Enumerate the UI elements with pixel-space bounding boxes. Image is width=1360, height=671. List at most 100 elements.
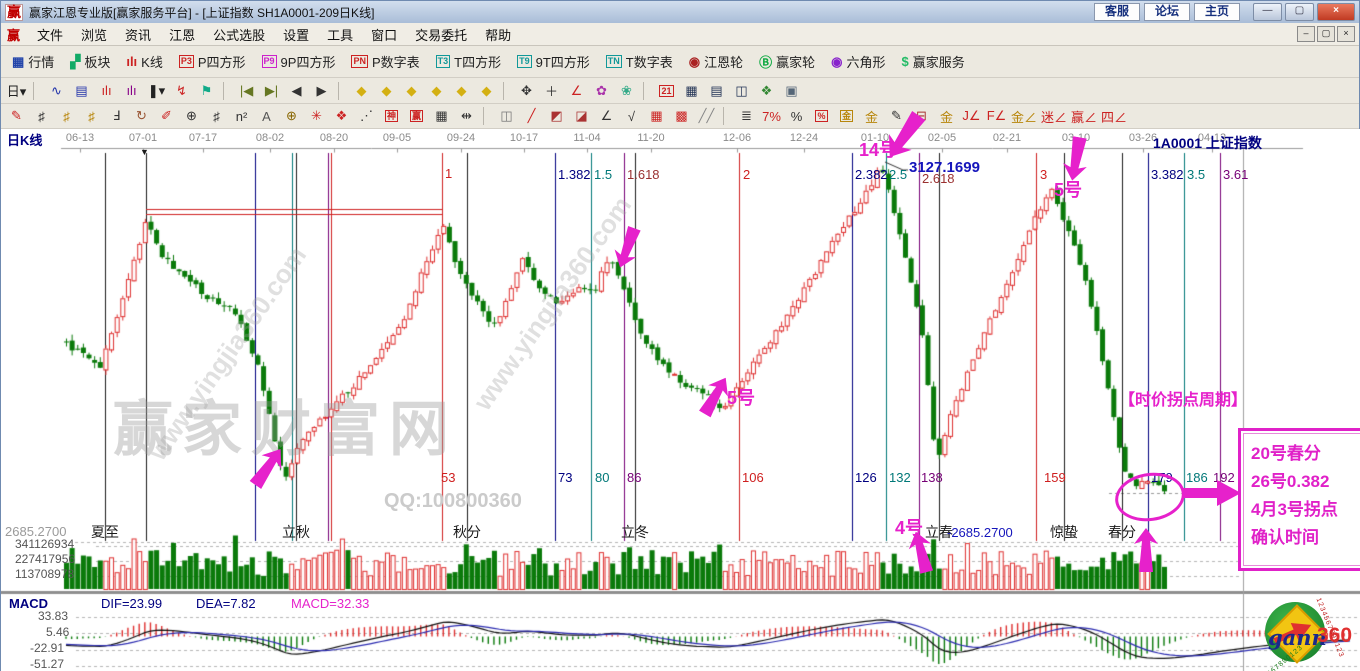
menu-item-tools[interactable]: 工具 — [318, 23, 362, 46]
box-tool-icon[interactable]: ◫ — [494, 105, 519, 127]
brush2-icon[interactable]: ✐ — [154, 105, 179, 127]
next-bar-icon[interactable]: ▶ — [309, 80, 334, 102]
menu-item-gann[interactable]: 江恩 — [160, 23, 204, 46]
spider-web-icon[interactable]: ❖ — [329, 105, 354, 127]
kline-large-icon[interactable]: ılı — [119, 80, 144, 102]
toolbar-9p-square-button[interactable]: P99P四方形 — [254, 49, 344, 74]
diamond-hshrink-icon[interactable]: ◆ — [424, 80, 449, 102]
mdi-restore[interactable]: ▢ — [1317, 26, 1335, 42]
diamond-right-icon[interactable]: ◆ — [374, 80, 399, 102]
first-page-icon[interactable]: |◀ — [234, 80, 259, 102]
angle-line-icon[interactable]: ⋰ — [354, 105, 379, 127]
indicator-flag-icon[interactable]: ⚑ — [194, 80, 219, 102]
gold-line-icon[interactable]: 金 — [859, 105, 884, 127]
support-button[interactable]: 客服 — [1094, 3, 1140, 21]
mi-angle-icon[interactable]: 迷∠ — [1039, 105, 1069, 127]
gold-grid-icon[interactable]: ♯ — [54, 105, 79, 127]
menu-item-trade[interactable]: 交易委托 — [406, 23, 476, 46]
mdi-close[interactable]: × — [1337, 26, 1355, 42]
toolbar-hexagon-button[interactable]: ◉六角形 — [823, 49, 893, 74]
fan-lines-icon[interactable]: ╱ — [519, 105, 544, 127]
diamond-expand-icon[interactable]: ◆ — [449, 80, 474, 102]
list-settings-icon[interactable]: ≣ — [734, 105, 759, 127]
brush3-icon[interactable]: ✎ — [884, 105, 909, 127]
toolbar-quotes-button[interactable]: ▦行情 — [4, 49, 62, 74]
grid-tool-icon[interactable]: ♯ — [29, 105, 54, 127]
menu-item-window[interactable]: 窗口 — [362, 23, 406, 46]
ying-grid-icon[interactable]: 赢 — [404, 105, 429, 127]
last-page-icon[interactable]: ▶| — [259, 80, 284, 102]
fib-grid-icon[interactable]: Ⅎ — [104, 105, 129, 127]
toolbar-gann-wheel-button[interactable]: ◉江恩轮 — [681, 49, 751, 74]
gann-target-icon[interactable]: ⊕ — [279, 105, 304, 127]
arrow-angle-icon[interactable]: ∠ — [594, 105, 619, 127]
check-line-icon[interactable]: √ — [619, 105, 644, 127]
period-day-dropdown[interactable]: 日▾ — [4, 80, 29, 102]
fan-box-icon[interactable]: ◩ — [544, 105, 569, 127]
close-button[interactable]: × — [1317, 3, 1355, 21]
star-burst-icon[interactable]: ✳ — [304, 105, 329, 127]
shen-grid-icon[interactable]: 神 — [379, 105, 404, 127]
spiral-icon[interactable]: ↻ — [129, 105, 154, 127]
candle-style-icon[interactable]: ❚▾ — [144, 80, 169, 102]
chart-canvas[interactable] — [1, 129, 1360, 671]
box-gold-icon[interactable]: ⊟ — [909, 105, 934, 127]
red-grid2-icon[interactable]: ▩ — [669, 105, 694, 127]
grid-123-icon[interactable]: ▦ — [429, 105, 454, 127]
calculator-icon[interactable]: ▦ — [679, 80, 704, 102]
prev-bar-icon[interactable]: ◀ — [284, 80, 309, 102]
mdi-minimize[interactable]: – — [1297, 26, 1315, 42]
toolbar-p-number-table-button[interactable]: PNP数字表 — [343, 49, 427, 74]
calendar-icon[interactable]: 21 — [654, 80, 679, 102]
percent-icon[interactable]: % — [784, 105, 809, 127]
hand-tool-icon[interactable]: ✥ — [514, 80, 539, 102]
menu-item-settings[interactable]: 设置 — [274, 23, 318, 46]
toolbar-winner-wheel-button[interactable]: Ⓑ赢家轮 — [751, 49, 823, 74]
red-grid-icon[interactable]: ▦ — [644, 105, 669, 127]
crosshair-icon[interactable]: ＋ — [539, 80, 564, 102]
toolbar-t-number-table-button[interactable]: TNT数字表 — [598, 49, 681, 74]
toolbar-9t-square-button[interactable]: T99T四方形 — [509, 49, 598, 74]
diamond-full-icon[interactable]: ◆ — [474, 80, 499, 102]
network-icon[interactable]: ❖ — [754, 80, 779, 102]
a-line-icon[interactable]: A — [254, 105, 279, 127]
angle-tool-icon[interactable]: ∠ — [564, 80, 589, 102]
toolbar-sectors-button[interactable]: ▞板块 — [62, 49, 118, 74]
f-angle-icon[interactable]: F∠ — [984, 105, 1009, 127]
toolbar-kline-button[interactable]: ılıK线 — [118, 49, 171, 74]
ruler-grid-icon[interactable]: ♯ — [204, 105, 229, 127]
brush-icon[interactable]: ✎ — [4, 105, 29, 127]
minimize-button[interactable]: — — [1253, 3, 1282, 21]
gold-angle-icon[interactable]: 金∠ — [1009, 105, 1039, 127]
gann-shape-icon[interactable]: ✿ — [589, 80, 614, 102]
refresh-icon[interactable]: ↯ — [169, 80, 194, 102]
diamond-hexpand-icon[interactable]: ◆ — [399, 80, 424, 102]
gold2-icon[interactable]: 金 — [934, 105, 959, 127]
gold-grid2-icon[interactable]: ♯ — [79, 105, 104, 127]
trend-icon[interactable]: ∿ — [44, 80, 69, 102]
j-angle-icon[interactable]: J∠ — [959, 105, 984, 127]
home-button[interactable]: 主页 — [1194, 3, 1240, 21]
si-angle-icon[interactable]: 四∠ — [1099, 105, 1129, 127]
menu-item-news[interactable]: 资讯 — [116, 23, 160, 46]
notes-icon[interactable]: ▤ — [704, 80, 729, 102]
menu-item-help[interactable]: 帮助 — [476, 23, 520, 46]
toolbar-winner-service-button[interactable]: $赢家服务 — [894, 49, 973, 74]
info-panel-icon[interactable]: ▤ — [69, 80, 94, 102]
fan-box2-icon[interactable]: ◪ — [569, 105, 594, 127]
forum-button[interactable]: 论坛 — [1144, 3, 1190, 21]
gold-circle-icon[interactable]: 金 — [834, 105, 859, 127]
restore-button[interactable]: ▢ — [1285, 3, 1314, 21]
toolbar-p-square-button[interactable]: P3P四方形 — [171, 49, 254, 74]
menu-item-browse[interactable]: 浏览 — [72, 23, 116, 46]
width-icon[interactable]: ⇹ — [454, 105, 479, 127]
percent-line-icon[interactable]: 7% — [759, 105, 784, 127]
menu-item-file[interactable]: 文件 — [28, 23, 72, 46]
save-icon[interactable]: ◫ — [729, 80, 754, 102]
gann-shape2-icon[interactable]: ❀ — [614, 80, 639, 102]
ying-angle-icon[interactable]: 赢∠ — [1069, 105, 1099, 127]
percent-levels-icon[interactable]: % — [809, 105, 834, 127]
diamond-left-icon[interactable]: ◆ — [349, 80, 374, 102]
parallel-lines-icon[interactable]: ╱╱ — [694, 105, 719, 127]
n2-icon[interactable]: n² — [229, 105, 254, 127]
